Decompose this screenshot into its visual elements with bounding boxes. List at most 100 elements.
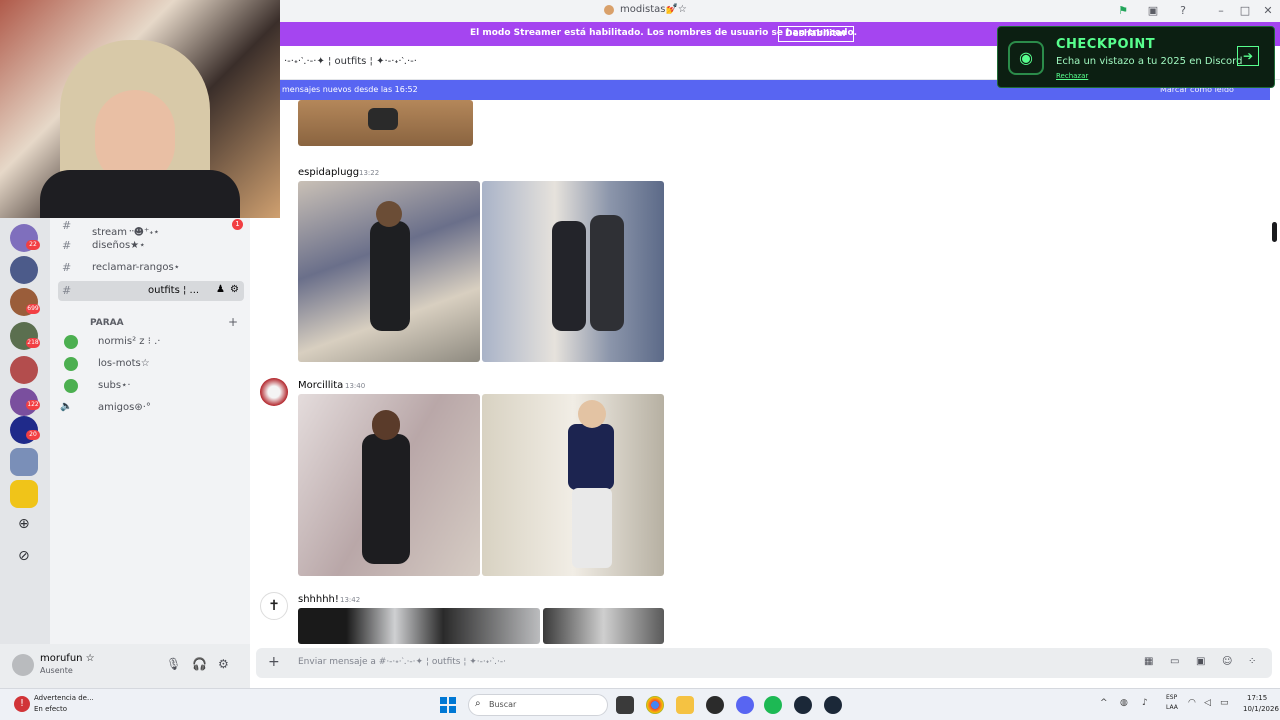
discord-app-icon[interactable] (736, 696, 754, 714)
message-image[interactable] (298, 100, 473, 146)
window-title: modistas💅☆ (620, 4, 687, 15)
help-icon[interactable]: ? (1175, 3, 1191, 19)
keyboard-layout: LAA (1166, 704, 1178, 711)
maximize-icon[interactable]: □ (1237, 3, 1253, 19)
message-image[interactable] (298, 181, 480, 362)
channel-item[interactable]: # reclamar-rangos⋆ (58, 258, 244, 278)
gif-icon[interactable]: ▭ (1170, 656, 1179, 667)
minimize-icon[interactable]: – (1213, 3, 1229, 19)
warning-title[interactable]: Advertencia de... (34, 694, 94, 702)
voice-channel-item[interactable]: normis² z ⁝ .· (58, 332, 244, 352)
checkpoint-dismiss-link[interactable]: Rechazar (1056, 72, 1088, 80)
mention-badge: 699 (26, 304, 40, 314)
add-channel-icon[interactable]: + (228, 315, 238, 329)
gift-icon[interactable]: ▦ (1144, 656, 1153, 667)
new-messages-text: mensajes nuevos desde las 16:52 (282, 85, 418, 94)
avatar[interactable] (12, 654, 34, 676)
user-name[interactable]: morufun ☆ (40, 653, 95, 664)
arrow-right-icon[interactable]: ➔ (1237, 46, 1259, 66)
taskbar-search[interactable]: ⌕ Buscar (468, 694, 608, 716)
channel-label: los-mots☆ (98, 358, 150, 369)
app-icon[interactable] (706, 696, 724, 714)
message-author[interactable]: Morcillita (298, 380, 343, 391)
sticker-icon[interactable]: ▣ (1196, 656, 1205, 667)
microphone-icon[interactable]: 🎙 (166, 657, 181, 671)
chrome-app-icon[interactable] (646, 696, 664, 714)
hashtag-icon: # (62, 239, 72, 252)
message-timestamp: 13:42 (340, 596, 361, 604)
avatar[interactable]: ✝ (260, 592, 288, 620)
start-button[interactable] (440, 697, 456, 713)
discover-icon[interactable]: ⊘ (18, 548, 30, 564)
message-image[interactable] (543, 608, 664, 644)
discord-logo-icon: ◉ (1008, 41, 1044, 75)
user-panel: morufun ☆ Ausente 🎙 🎧 ⚙ (0, 644, 250, 688)
emoji-icon[interactable]: ☺ (1222, 656, 1232, 667)
message-author[interactable]: shhhhh! (298, 594, 339, 605)
voice-channel-item[interactable]: 🔈 amigos⊛·° (58, 398, 244, 418)
message-author[interactable]: espidaplugg (298, 167, 359, 178)
channel-item[interactable]: # stream᠃☻⁺˖⋆ 1 (58, 216, 244, 238)
gear-icon[interactable]: ⚙ (218, 657, 229, 671)
message-image[interactable] (482, 181, 664, 362)
mention-badge: 122 (26, 400, 40, 410)
mic-tray-icon[interactable]: ♪ (1142, 698, 1148, 708)
steam-app-icon[interactable] (824, 696, 842, 714)
inbox-icon[interactable]: ▣ (1145, 3, 1161, 19)
category-label[interactable]: PARAA (90, 318, 124, 328)
attach-plus-icon[interactable]: + (268, 654, 280, 670)
hashtag-icon: # (62, 261, 72, 274)
channel-label: amigos⊛·° (98, 402, 151, 413)
clock-date[interactable]: 10/1/2026 (1243, 705, 1279, 713)
terminal-app-icon[interactable] (616, 696, 634, 714)
scrollbar-thumb[interactable] (1272, 222, 1277, 242)
spotify-app-icon[interactable] (764, 696, 782, 714)
message-input[interactable]: Enviar mensaje a #·-·˖·‵.·-·✦ ¦ outfits … (298, 657, 506, 667)
channel-name: ·-·˖·‵.·-·✦ ¦ outfits ¦ ✦·-·˖·‵.·-· (284, 56, 417, 67)
avatar (64, 335, 78, 349)
server-icon-small (604, 5, 614, 15)
volume-icon[interactable]: ◁ (1204, 698, 1211, 708)
avatar[interactable] (260, 378, 288, 406)
add-server-icon[interactable]: ⊕ (18, 516, 30, 532)
headphones-icon[interactable]: 🎧 (192, 657, 207, 671)
flag-icon[interactable]: ⚑ (1115, 3, 1131, 19)
server-icon[interactable] (10, 256, 38, 284)
clock-time[interactable]: 17:15 (1247, 694, 1267, 702)
message-image[interactable] (482, 394, 664, 576)
close-icon[interactable]: ✕ (1260, 3, 1276, 19)
channel-label: reclamar-rangos⋆ (92, 262, 180, 273)
message-image[interactable] (298, 608, 540, 644)
tray-overflow-icon[interactable]: ^ (1100, 698, 1108, 708)
channel-item[interactable]: # diseños★⋆ (58, 236, 244, 256)
language-indicator[interactable]: ESP (1166, 694, 1177, 701)
mention-badge: 22 (26, 240, 40, 250)
server-icon[interactable] (10, 480, 38, 508)
warning-icon[interactable]: ! (14, 696, 30, 712)
network-tray-icon[interactable]: ◍ (1120, 698, 1128, 708)
server-icon[interactable] (10, 356, 38, 384)
channel-item-active[interactable]: # outfits ¦ ... ♟ ⚙ (58, 281, 244, 301)
channel-label: diseños★⋆ (92, 240, 146, 251)
avatar (64, 357, 78, 371)
server-icon[interactable] (10, 448, 38, 476)
checkpoint-promo[interactable]: ◉ CHECKPOINT Echa un vistazo a tu 2025 e… (997, 26, 1275, 88)
folder-app-icon[interactable] (676, 696, 694, 714)
message-composer[interactable]: + Enviar mensaje a #·-·˖·‵.·-·✦ ¦ outfit… (256, 648, 1272, 678)
wifi-icon[interactable]: ◠ (1188, 698, 1196, 708)
disable-streamer-button[interactable]: Deshabilitar (778, 26, 854, 42)
voice-channel-item[interactable]: los-mots☆ (58, 354, 244, 374)
steam-app-icon[interactable] (794, 696, 812, 714)
invite-icon[interactable]: ♟ (216, 284, 225, 295)
channel-label: subs⋆· (98, 380, 131, 391)
gear-icon[interactable]: ⚙ (230, 284, 239, 295)
channel-label: outfits ¦ ... (148, 285, 200, 296)
voice-channel-item[interactable]: subs⋆· (58, 376, 244, 396)
message-image[interactable] (298, 394, 480, 576)
checkpoint-title: CHECKPOINT (1056, 37, 1156, 52)
hashtag-icon: # (62, 219, 72, 232)
taskbar: ! Advertencia de... En efecto ⌕ Buscar ^… (0, 688, 1280, 720)
battery-icon[interactable]: ▭ (1220, 698, 1229, 708)
apps-icon[interactable]: ⁘ (1248, 656, 1256, 667)
message-list[interactable]: espidaplugg 13:22 Morcillita 13:40 A ✿ N… (250, 100, 1280, 644)
